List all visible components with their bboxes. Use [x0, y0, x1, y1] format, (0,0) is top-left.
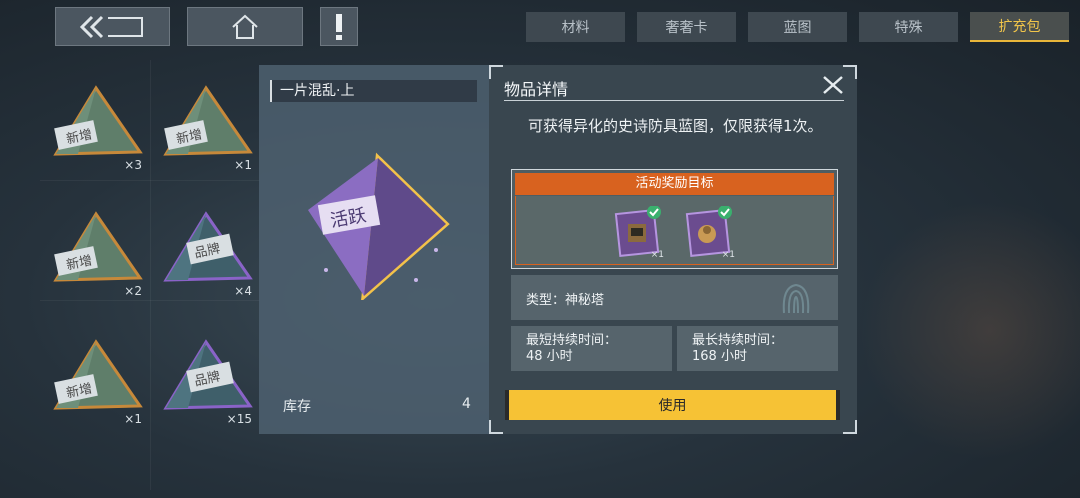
max-duration-label: 最长持续时间：: [692, 333, 784, 348]
back-button[interactable]: [55, 7, 170, 46]
close-button[interactable]: [820, 73, 846, 97]
item-count: ×3: [124, 158, 142, 172]
reward-item[interactable]: ×1: [614, 205, 664, 260]
fingerprint-icon: [782, 283, 810, 314]
item-type: 类型：神秘塔: [511, 275, 838, 320]
reward-item[interactable]: ×1: [685, 205, 735, 260]
category-tabs: 材料 奢奢卡 蓝图 特殊 扩充包: [526, 12, 1069, 42]
frame-corner: [843, 420, 857, 434]
inventory-item[interactable]: 新增 ×3: [48, 82, 148, 178]
stock-value: 4: [462, 396, 471, 412]
frame-corner: [489, 65, 503, 79]
back-icon: [79, 15, 143, 38]
min-duration-value: 48 小时: [526, 349, 573, 364]
divider: [504, 100, 844, 101]
panel-title: 物品详情: [504, 80, 569, 99]
tab-special[interactable]: 特殊: [859, 12, 958, 42]
item-count: ×15: [226, 412, 252, 426]
max-duration: 最长持续时间： 168 小时: [677, 326, 838, 371]
reward-count: ×1: [721, 250, 735, 260]
alert-icon: [336, 13, 342, 40]
use-button[interactable]: 使用: [505, 390, 840, 420]
reward-header: 活动奖励目标: [515, 173, 834, 195]
inventory-item[interactable]: 品牌 ×4: [158, 208, 258, 304]
tab-materials[interactable]: 材料: [526, 12, 625, 42]
close-icon: [823, 76, 843, 94]
reward-list: [515, 196, 834, 265]
inventory-item[interactable]: 新增 ×2: [48, 208, 148, 304]
tab-blueprint[interactable]: 蓝图: [748, 12, 847, 42]
item-count: ×2: [124, 284, 142, 298]
item-name: 一片混乱·上: [270, 80, 477, 102]
inventory-item[interactable]: 新增 ×1: [158, 82, 258, 178]
frame-corner: [489, 420, 503, 434]
inventory-item[interactable]: 新增 ×1: [48, 336, 148, 432]
reward-count: ×1: [650, 250, 664, 260]
background-glow: [860, 200, 1080, 460]
item-count: ×1: [234, 158, 252, 172]
stock-label: 库存: [283, 399, 311, 415]
grid-line: [150, 60, 151, 490]
pack-preview-icon: [308, 152, 450, 300]
min-duration: 最短持续时间： 48 小时: [511, 326, 672, 371]
home-button[interactable]: [187, 7, 303, 46]
alert-button[interactable]: [320, 7, 358, 46]
item-count: ×1: [124, 412, 142, 426]
tab-expansion-pack[interactable]: 扩充包: [970, 12, 1069, 42]
item-count: ×4: [234, 284, 252, 298]
item-description: 可获得异化的史诗防具蓝图，仅限获得1次。: [528, 117, 823, 135]
tab-luxury-card[interactable]: 奢奢卡: [637, 12, 736, 42]
home-icon: [232, 14, 258, 39]
min-duration-label: 最短持续时间：: [526, 333, 618, 348]
inventory-item[interactable]: 品牌 ×15: [158, 336, 258, 432]
max-duration-value: 168 小时: [692, 349, 747, 364]
item-type-text: 类型：神秘塔: [526, 293, 605, 308]
